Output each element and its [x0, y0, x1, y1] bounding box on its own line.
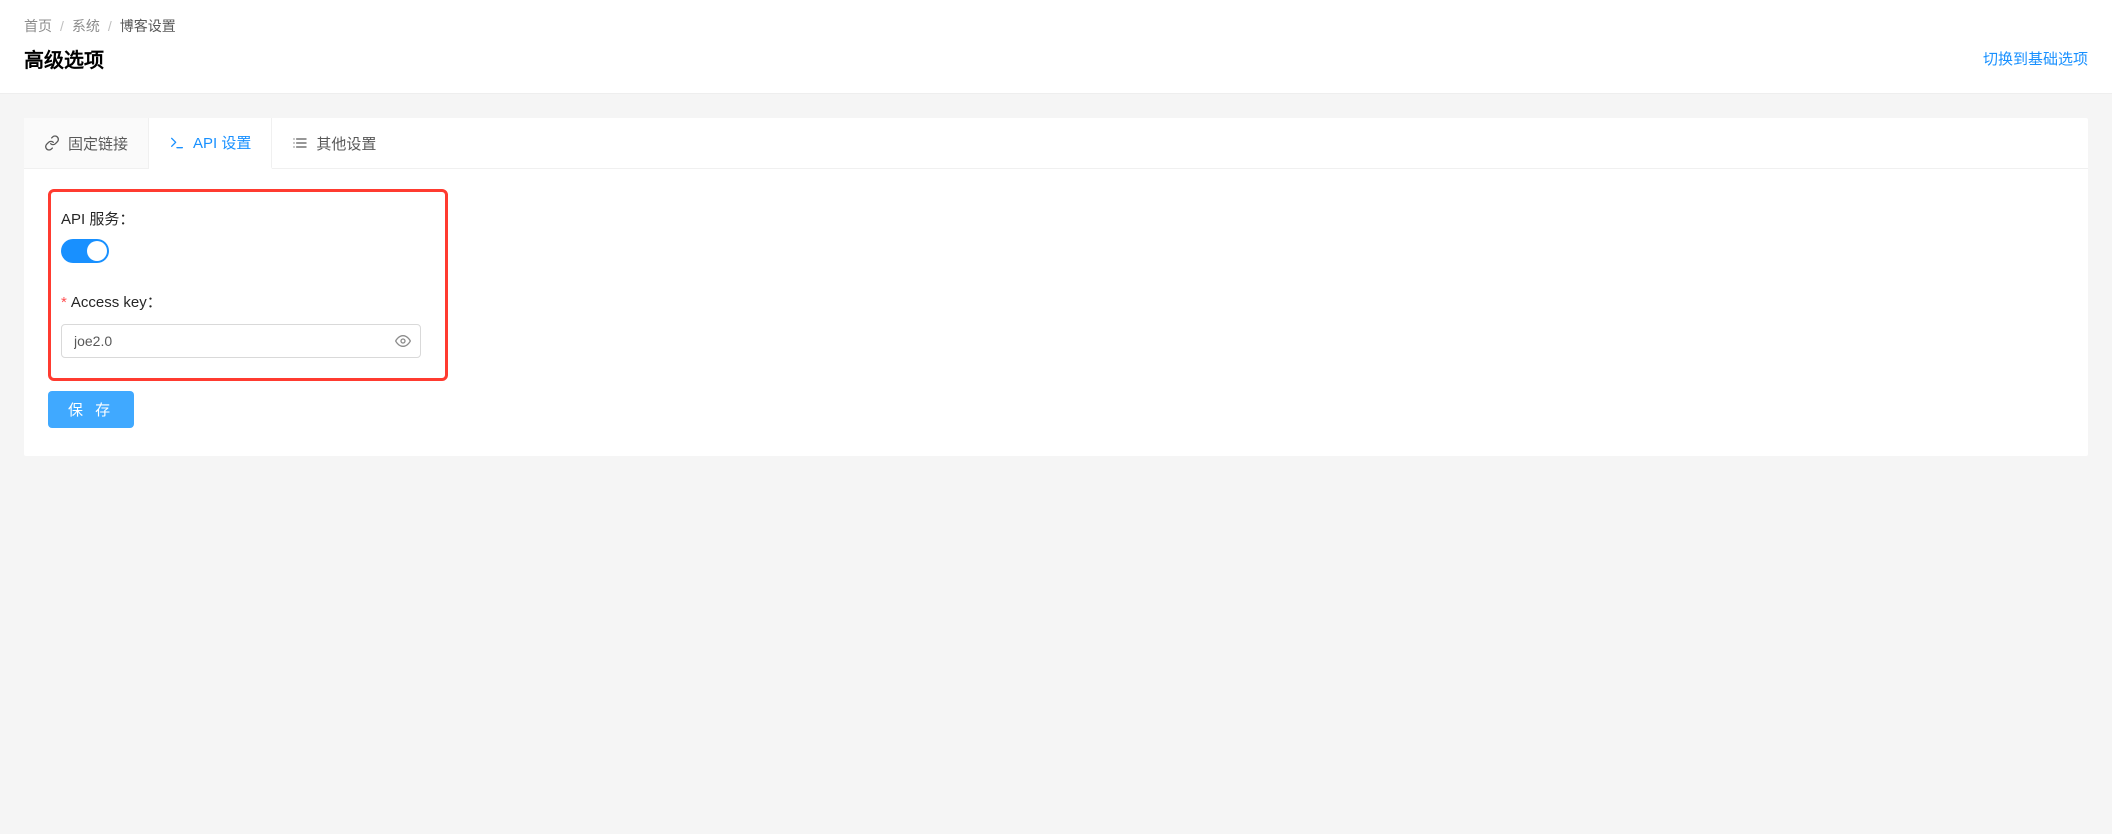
- tab-label: API 设置: [193, 132, 251, 153]
- link-icon: [44, 135, 60, 151]
- api-settings-highlight: API 服务： *Access key：: [48, 189, 448, 381]
- tab-label: 其他设置: [316, 133, 376, 154]
- api-service-toggle[interactable]: [61, 239, 109, 263]
- eye-icon[interactable]: [395, 333, 411, 349]
- tab-api[interactable]: API 设置: [149, 118, 272, 169]
- breadcrumb-home[interactable]: 首页: [24, 16, 52, 36]
- settings-panel: 固定链接 API 设置 其他设置 API 服务： *Access ke: [24, 118, 2088, 456]
- breadcrumb-sep: /: [60, 18, 64, 34]
- breadcrumb-sep: /: [108, 18, 112, 34]
- breadcrumb: 首页 / 系统 / 博客设置: [24, 16, 2088, 36]
- tabs: 固定链接 API 设置 其他设置: [24, 118, 2088, 169]
- tab-permalink[interactable]: 固定链接: [24, 118, 149, 168]
- api-icon: [169, 135, 185, 151]
- api-service-label: API 服务：: [61, 208, 429, 229]
- breadcrumb-system[interactable]: 系统: [72, 16, 100, 36]
- page-title: 高级选项: [24, 44, 104, 73]
- tab-other[interactable]: 其他设置: [272, 118, 396, 168]
- breadcrumb-current: 博客设置: [120, 16, 176, 36]
- page-header: 首页 / 系统 / 博客设置 高级选项 切换到基础选项: [0, 0, 2112, 94]
- list-icon: [292, 135, 308, 151]
- access-key-label: *Access key：: [61, 291, 429, 312]
- switch-basic-link[interactable]: 切换到基础选项: [1983, 48, 2088, 69]
- access-key-input[interactable]: [61, 324, 421, 358]
- required-mark: *: [61, 294, 67, 311]
- save-button[interactable]: 保 存: [48, 391, 134, 428]
- tab-label: 固定链接: [68, 133, 128, 154]
- access-key-label-text: Access key：: [71, 294, 162, 311]
